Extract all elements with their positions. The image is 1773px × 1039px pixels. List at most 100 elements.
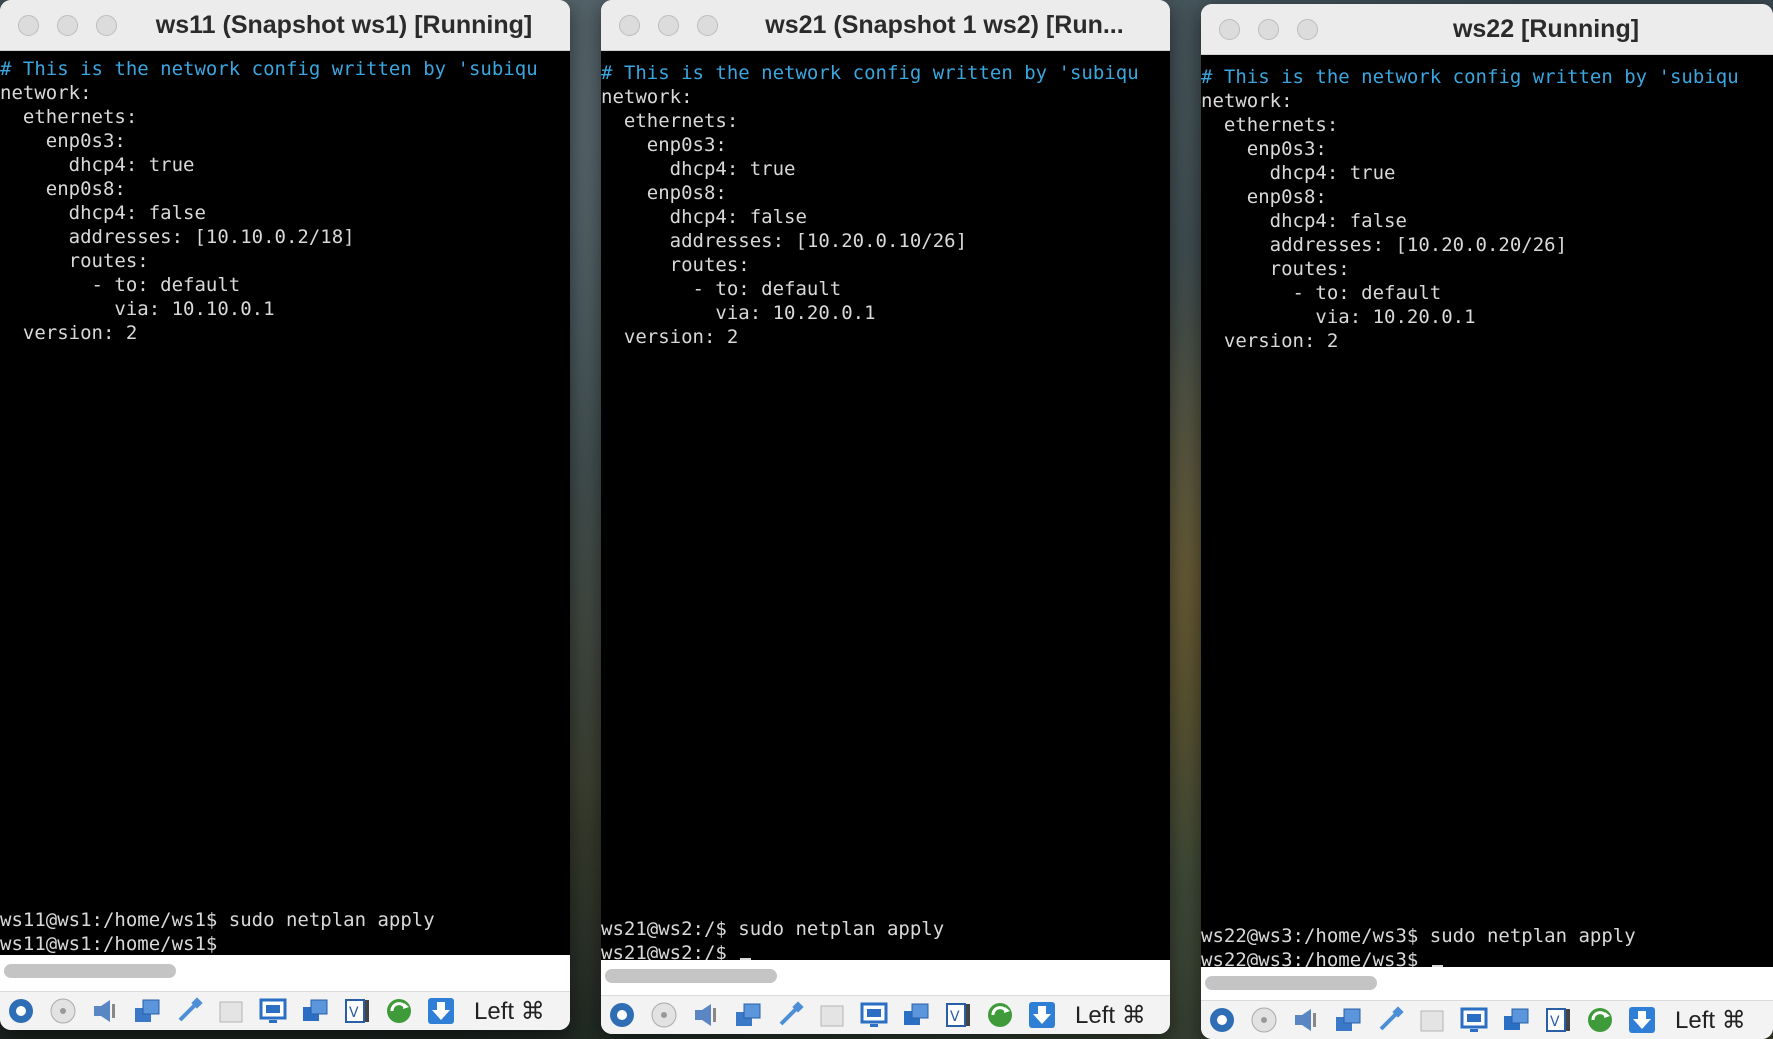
optical-drive-icon[interactable] [647, 998, 681, 1032]
config-line: network: [601, 86, 693, 108]
vm-screen[interactable]: # This is the network config written by … [0, 51, 570, 960]
config-line: enp0s3: [601, 134, 727, 156]
status-icons: V [4, 994, 466, 1028]
usb-icon[interactable] [773, 998, 807, 1032]
terminal-prompt: ws21@ws2:/$ sudo netplan apply ws21@ws2:… [601, 917, 1170, 965]
screen-capture-icon[interactable] [298, 994, 332, 1028]
config-line: via: 10.10.0.1 [0, 298, 275, 320]
config-comment-line: # This is the network config written by … [601, 62, 1139, 84]
keyboard-capture-icon[interactable] [424, 994, 458, 1028]
config-line: via: 10.20.0.1 [601, 302, 876, 324]
usb-icon[interactable] [1373, 1003, 1407, 1037]
network-icon[interactable] [731, 998, 765, 1032]
hard-disk-icon[interactable] [1205, 1003, 1239, 1037]
keyboard-capture-icon[interactable] [1625, 1003, 1659, 1037]
video-recording-icon[interactable]: V [340, 994, 374, 1028]
prompt-line[interactable]: ws11@ws1:/home/ws1$ [0, 932, 570, 956]
display-icon[interactable] [857, 998, 891, 1032]
optical-drive-icon[interactable] [1247, 1003, 1281, 1037]
config-line: routes: [1201, 258, 1350, 280]
hard-disk-icon[interactable] [4, 994, 38, 1028]
minimize-button[interactable] [1258, 19, 1279, 40]
video-recording-icon[interactable]: V [941, 998, 975, 1032]
terminal-prompt: ws11@ws1:/home/ws1$ sudo netplan apply w… [0, 908, 570, 956]
optical-drive-icon[interactable] [46, 994, 80, 1028]
config-line: enp0s8: [601, 182, 727, 204]
zoom-button[interactable] [697, 15, 718, 36]
close-button[interactable] [1219, 19, 1240, 40]
zoom-button[interactable] [96, 15, 117, 36]
close-button[interactable] [619, 15, 640, 36]
vm-window-ws11[interactable]: ws11 (Snapshot ws1) [Running] # This is … [0, 0, 570, 1030]
status-icons: V [1205, 1003, 1667, 1037]
title-bar[interactable]: ws21 (Snapshot 1 ws2) [Run... [601, 0, 1170, 51]
window-title: ws11 (Snapshot ws1) [Running] [155, 11, 533, 39]
config-line: dhcp4: false [1201, 210, 1407, 232]
horizontal-scrollbar[interactable] [1201, 967, 1773, 997]
config-line: network: [1201, 90, 1293, 112]
vm-screen[interactable]: # This is the network config written by … [1201, 55, 1773, 976]
svg-text:V: V [1550, 1014, 1560, 1030]
minimize-button[interactable] [57, 15, 78, 36]
display-icon[interactable] [256, 994, 290, 1028]
cpu-activity-icon[interactable] [382, 994, 416, 1028]
status-bar: V Left ⌘ [1201, 1000, 1773, 1039]
config-comment-line: # This is the network config written by … [1201, 66, 1739, 88]
config-line: enp0s8: [1201, 186, 1327, 208]
network-icon[interactable] [1331, 1003, 1365, 1037]
zoom-button[interactable] [1297, 19, 1318, 40]
config-line: routes: [601, 254, 750, 276]
host-key-label[interactable]: Left ⌘ [474, 997, 545, 1026]
title-bar[interactable]: ws22 [Running] [1201, 4, 1773, 55]
config-line: addresses: [10.20.0.10/26] [601, 230, 968, 252]
terminal-output: # This is the network config written by … [1201, 65, 1773, 353]
config-line: ethernets: [601, 110, 739, 132]
config-line: enp0s8: [0, 178, 126, 200]
screen-capture-icon[interactable] [1499, 1003, 1533, 1037]
config-comment-line: # This is the network config written by … [0, 58, 538, 80]
scrollbar-thumb[interactable] [605, 969, 777, 983]
config-line: network: [0, 82, 92, 104]
title-bar[interactable]: ws11 (Snapshot ws1) [Running] [0, 0, 570, 51]
display-icon[interactable] [1457, 1003, 1491, 1037]
svg-text:V: V [349, 1005, 359, 1021]
config-line: - to: default [601, 278, 842, 300]
network-icon[interactable] [130, 994, 164, 1028]
shared-folders-icon[interactable] [815, 998, 849, 1032]
keyboard-capture-icon[interactable] [1025, 998, 1059, 1032]
usb-icon[interactable] [172, 994, 206, 1028]
config-line: version: 2 [0, 322, 138, 344]
config-line: dhcp4: true [0, 154, 195, 176]
video-recording-icon[interactable]: V [1541, 1003, 1575, 1037]
config-line: ethernets: [1201, 114, 1339, 136]
host-key-label[interactable]: Left ⌘ [1675, 1006, 1746, 1035]
scrollbar-thumb[interactable] [4, 964, 176, 978]
scrollbar-thumb[interactable] [1205, 976, 1377, 990]
host-key-label[interactable]: Left ⌘ [1075, 1001, 1146, 1030]
status-bar: V Left ⌘ [0, 991, 570, 1030]
cpu-activity-icon[interactable] [983, 998, 1017, 1032]
audio-icon[interactable] [689, 998, 723, 1032]
audio-icon[interactable] [88, 994, 122, 1028]
audio-icon[interactable] [1289, 1003, 1323, 1037]
horizontal-scrollbar[interactable] [0, 955, 570, 985]
vm-screen[interactable]: # This is the network config written by … [601, 51, 1170, 969]
command-line: ws21@ws2:/$ sudo netplan apply [601, 918, 945, 940]
config-line: version: 2 [1201, 330, 1339, 352]
screen-capture-icon[interactable] [899, 998, 933, 1032]
minimize-button[interactable] [658, 15, 679, 36]
config-line: - to: default [0, 274, 241, 296]
prompt-text: ws11@ws1:/home/ws1$ [0, 933, 218, 955]
vm-window-ws22[interactable]: ws22 [Running] # This is the network con… [1201, 4, 1773, 1039]
config-line: addresses: [10.10.0.2/18] [0, 226, 355, 248]
close-button[interactable] [18, 15, 39, 36]
shared-folders-icon[interactable] [214, 994, 248, 1028]
config-line: ethernets: [0, 106, 138, 128]
cpu-activity-icon[interactable] [1583, 1003, 1617, 1037]
vm-window-ws21[interactable]: ws21 (Snapshot 1 ws2) [Run... # This is … [601, 0, 1170, 1034]
config-line: routes: [0, 250, 149, 272]
horizontal-scrollbar[interactable] [601, 960, 1170, 990]
shared-folders-icon[interactable] [1415, 1003, 1449, 1037]
config-line: enp0s3: [0, 130, 126, 152]
hard-disk-icon[interactable] [605, 998, 639, 1032]
